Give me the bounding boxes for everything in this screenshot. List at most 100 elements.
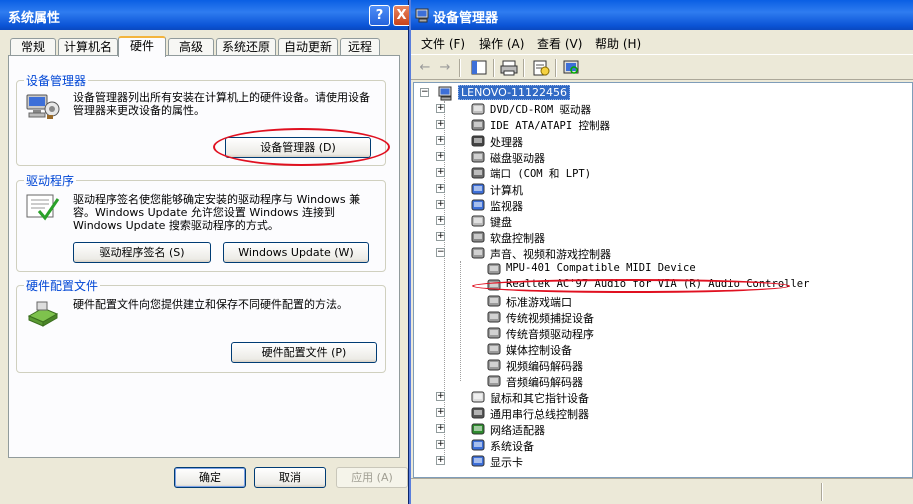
tree-category[interactable]: + 键盘 [436,213,872,229]
tree-device[interactable]: MPU-401 Compatible MIDI Device [468,261,888,277]
tree-item-label: 端口 (COM 和 LPT) [490,168,592,180]
tab-system-restore[interactable]: 系统还原 [216,38,276,56]
system-devices-icon [471,439,485,451]
driver-signing-button[interactable]: 驱动程序签名 (S) [73,242,211,263]
toolbar-separator [555,59,557,77]
tree-device[interactable]: 视频编码解码器 [468,357,888,373]
tree-item-label: DVD/CD-ROM 驱动器 [490,104,592,116]
tree-item-label: IDE ATA/ATAPI 控制器 [490,120,611,132]
hardware-profiles-description: 硬件配置文件向您提供建立和保存不同硬件配置的方法。 [73,298,348,311]
drivers-group-label: 驱动程序 [24,172,77,189]
collapse-icon[interactable]: − [420,88,429,97]
tree-category[interactable]: + 系统设备 [436,437,872,453]
collapse-icon[interactable]: − [436,248,445,257]
close-button[interactable]: X [393,5,409,26]
expand-icon[interactable]: + [436,408,445,417]
ok-button[interactable]: 确定 [174,467,246,488]
tree-device[interactable]: 传统音频驱动程序 [468,325,888,341]
properties-icon[interactable] [531,59,551,77]
tree-device[interactable]: 标准游戏端口 [468,293,888,309]
tree-root-node[interactable]: − LENOVO-11122456 [420,85,620,101]
tree-item-label: 键盘 [490,216,512,229]
show-hide-tree-icon[interactable] [469,59,489,77]
tree-category[interactable]: + DVD/CD-ROM 驱动器 [436,101,872,117]
tree-device[interactable]: 媒体控制设备 [468,341,888,357]
expand-icon[interactable]: + [436,424,445,433]
tab-automatic-updates[interactable]: 自动更新 [278,38,338,56]
tree-category[interactable]: + 鼠标和其它指针设备 [436,389,872,405]
tree-category[interactable]: + 处理器 [436,133,872,149]
menu-view[interactable]: 查看 (V) [537,35,582,52]
tree-item-label: 网络适配器 [490,424,545,437]
port-icon [471,167,485,179]
menu-action[interactable]: 操作 (A) [479,35,524,52]
drivers-description: 驱动程序签名使您能够确定安装的驱动程序与 Windows 兼容。Windows … [73,193,361,232]
drivers-group: 驱动程序 驱动程序签名使您能够确定安装的驱动程序与 Windows 兼容。Win… [16,172,386,272]
tree-item-label: 传统视频捕捉设备 [506,312,594,325]
tab-remote[interactable]: 远程 [340,38,380,56]
tab-computer-name[interactable]: 计算机名 [58,38,118,56]
root-computer-label[interactable]: LENOVO-11122456 [458,85,571,100]
tree-item-label: 处理器 [490,136,523,149]
cancel-button[interactable]: 取消 [254,467,326,488]
computer-icon [438,86,452,101]
tree-device[interactable]: 音频编码解码器 [468,373,888,389]
device-manager-button[interactable]: 设备管理器 (D) [225,137,371,158]
apply-button[interactable]: 应用 (A) [336,467,408,488]
tab-advanced[interactable]: 高级 [168,38,214,56]
hardware-profiles-button[interactable]: 硬件配置文件 (P) [231,342,377,363]
tree-category[interactable]: + 显示卡 [436,453,872,469]
expand-icon[interactable]: + [436,200,445,209]
tree-category[interactable]: + IDE ATA/ATAPI 控制器 [436,117,872,133]
floppy-controller-icon [471,231,485,243]
device-manager-title: 设备管理器 [433,11,499,26]
tree-category[interactable]: + 软盘控制器 [436,229,872,245]
toolbar-separator [459,59,461,77]
back-arrow-icon[interactable]: ← [415,59,435,77]
hardware-profiles-group-label: 硬件配置文件 [24,277,101,294]
help-button[interactable]: ? [369,5,390,26]
tree-device[interactable]: 传统视频捕捉设备 [468,309,888,325]
expand-icon[interactable]: + [436,120,445,129]
forward-arrow-icon[interactable]: → [435,59,455,77]
tree-category[interactable]: + 监视器 [436,197,872,213]
usb-icon [471,407,485,419]
menu-file[interactable]: 文件 (F) [421,35,465,52]
expand-icon[interactable]: + [436,232,445,241]
keyboard-icon [471,215,485,227]
expand-icon[interactable]: + [436,136,445,145]
ide-controller-icon [471,119,485,131]
tab-general[interactable]: 常规 [10,38,56,56]
device-tree: − LENOVO-11122456 + DVD/CD-ROM 驱动器 + IDE … [413,82,913,478]
print-icon[interactable] [499,59,519,77]
computer-icon [471,183,485,195]
expand-icon[interactable]: + [436,168,445,177]
scan-hardware-icon[interactable] [561,59,581,77]
disk-drive-icon [471,151,485,163]
driver-signing-icon [26,194,60,221]
device-manager-group-label: 设备管理器 [24,72,89,89]
tree-category[interactable]: − 声音、视频和游戏控制器 [436,245,872,261]
tree-category[interactable]: + 磁盘驱动器 [436,149,872,165]
hardware-profiles-group: 硬件配置文件 硬件配置文件向您提供建立和保存不同硬件配置的方法。 硬件配置文件 … [16,277,386,373]
tree-item-label: 鼠标和其它指针设备 [490,392,589,405]
system-properties-titlebar[interactable]: 系统属性 ? X [0,0,409,30]
tree-device[interactable]: Realtek AC'97 Audio for VIA (R) Audio Co… [468,277,888,293]
expand-icon[interactable]: + [436,456,445,465]
device-manager-titlebar[interactable]: 设备管理器 [411,0,913,30]
tree-category[interactable]: + 网络适配器 [436,421,872,437]
tab-hardware[interactable]: 硬件 [118,36,166,57]
expand-icon[interactable]: + [436,392,445,401]
menu-help[interactable]: 帮助 (H) [595,35,641,52]
tree-category[interactable]: + 通用串行总线控制器 [436,405,872,421]
mouse-icon [471,391,485,403]
expand-icon[interactable]: + [436,440,445,449]
tree-category[interactable]: + 端口 (COM 和 LPT) [436,165,872,181]
tree-category[interactable]: + 计算机 [436,181,872,197]
expand-icon[interactable]: + [436,184,445,193]
windows-update-button[interactable]: Windows Update (W) [223,242,369,263]
expand-icon[interactable]: + [436,152,445,161]
expand-icon[interactable]: + [436,216,445,225]
audio-device-icon [487,279,501,291]
expand-icon[interactable]: + [436,104,445,113]
